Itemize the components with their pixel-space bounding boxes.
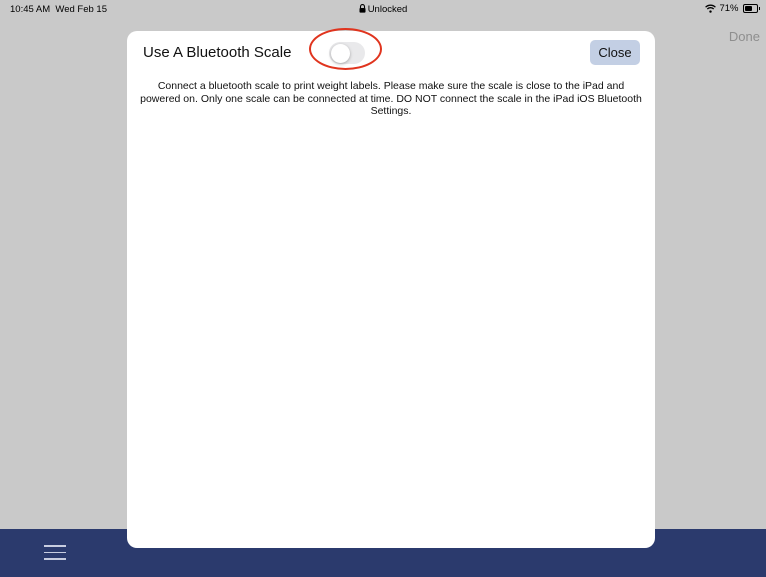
close-button[interactable]: Close bbox=[590, 40, 640, 65]
battery-percent: 71% bbox=[719, 3, 739, 14]
done-button[interactable]: Done bbox=[729, 29, 760, 44]
bluetooth-scale-modal: Use A Bluetooth Scale Close Connect a bl… bbox=[127, 28, 655, 548]
status-right: 71% bbox=[705, 3, 760, 14]
toggle-knob bbox=[330, 43, 350, 63]
hamburger-menu-icon[interactable] bbox=[44, 545, 66, 561]
status-center: Unlocked bbox=[0, 4, 766, 15]
battery-icon bbox=[742, 4, 758, 13]
modal-description: Connect a bluetooth scale to print weigh… bbox=[140, 80, 642, 117]
bluetooth-scale-toggle[interactable] bbox=[329, 42, 365, 64]
status-bar: 10:45 AM Wed Feb 15 Unlocked 71% bbox=[0, 0, 766, 18]
lock-status-text: Unlocked bbox=[367, 4, 408, 15]
lock-icon bbox=[359, 4, 366, 13]
wifi-icon bbox=[705, 4, 717, 13]
modal-title: Use A Bluetooth Scale bbox=[143, 44, 292, 61]
